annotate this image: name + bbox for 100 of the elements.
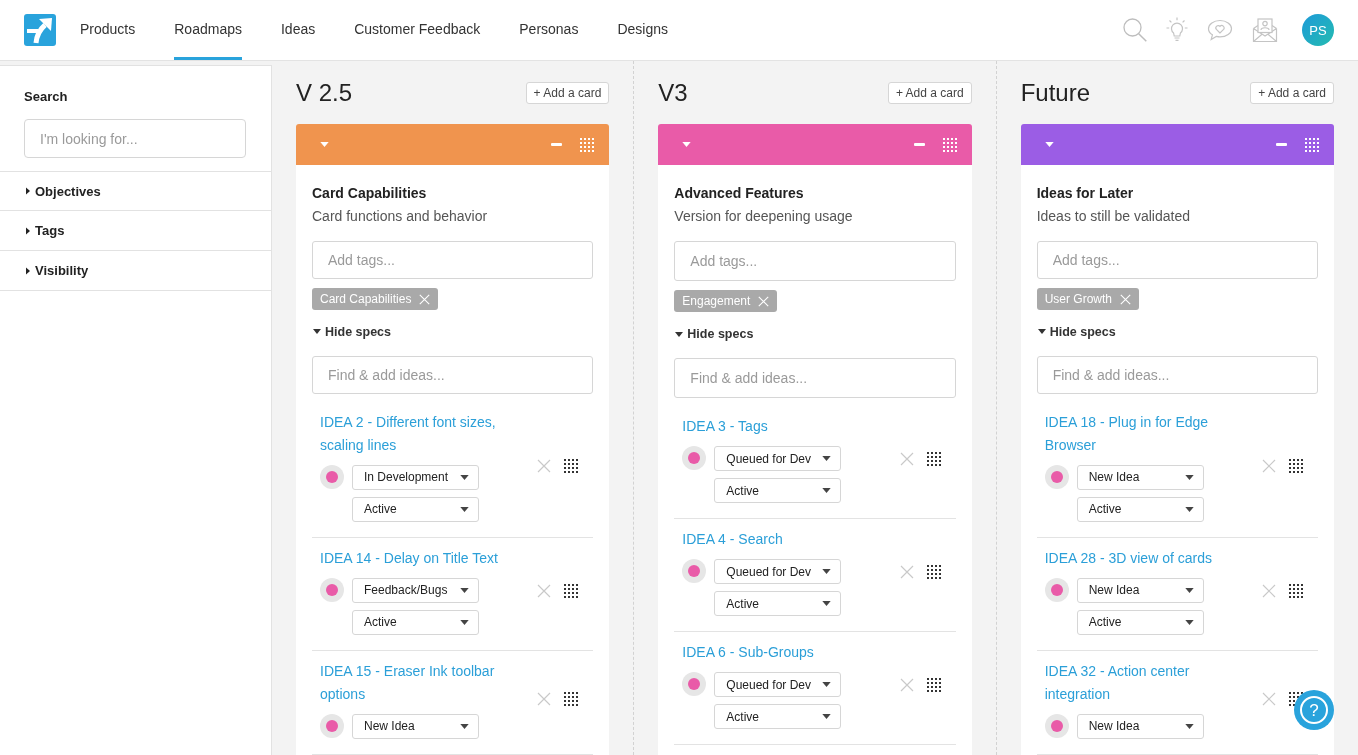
add-card-button[interactable]: + Add a card (887, 82, 972, 104)
tag-label: Engagement (682, 294, 751, 308)
grid-dots-icon[interactable] (564, 692, 579, 707)
close-icon[interactable] (899, 565, 914, 579)
stage-dropdown[interactable]: Feedback/Bugs (352, 578, 479, 603)
close-icon[interactable] (1262, 584, 1276, 598)
hide-specs-toggle[interactable]: Hide specs (674, 326, 754, 342)
nav-tab[interactable]: Products (80, 0, 136, 60)
search-field[interactable]: I'm looking for... (24, 119, 246, 158)
close-icon[interactable] (899, 678, 914, 692)
nav-tab[interactable]: Roadmaps (174, 0, 242, 60)
card-subtitle: Ideas to still be validated (1036, 207, 1190, 226)
status-dropdown[interactable]: Active (714, 591, 842, 616)
nav-tab[interactable]: Designs (617, 0, 668, 60)
search-label: Search (24, 89, 68, 105)
nav-tab[interactable]: Personas (519, 0, 579, 60)
card-title: Advanced Features (674, 184, 804, 203)
tag-label: Card Capabilities (320, 292, 412, 307)
grid-dots-icon[interactable] (926, 452, 941, 466)
idea-search-field[interactable]: Find & add ideas... (674, 358, 956, 398)
close-icon[interactable] (899, 452, 914, 466)
idea-search-field[interactable]: Find & add ideas... (1036, 355, 1318, 394)
status-dropdown[interactable]: Active (1076, 497, 1204, 522)
caret-icon (1037, 329, 1046, 335)
card-subtitle: Version for deepening usage (674, 207, 853, 226)
heart-chat-icon[interactable] (1207, 19, 1233, 41)
minus-icon[interactable] (1276, 143, 1287, 146)
hide-specs-toggle[interactable]: Hide specs (1036, 324, 1116, 340)
column-title: V3 (658, 78, 688, 108)
column-title: V 2.5 (296, 78, 353, 108)
status-dropdown[interactable]: Active (352, 497, 479, 522)
caret-icon[interactable] (320, 142, 329, 147)
caret-icon (1184, 507, 1194, 512)
status-dropdown[interactable]: Active (714, 478, 842, 503)
minus-icon[interactable] (913, 143, 925, 146)
caret-icon (1184, 588, 1194, 593)
card-title: Ideas for Later (1036, 184, 1134, 203)
caret-icon (822, 569, 832, 574)
close-icon[interactable] (1262, 692, 1276, 707)
caret-icon (1184, 620, 1194, 625)
caret-icon[interactable] (1044, 142, 1054, 147)
envelope-icon[interactable] (1252, 17, 1278, 43)
column-title: Future (1020, 78, 1091, 108)
card-title: Card Capabilities (312, 184, 427, 203)
grid-dots-icon[interactable] (564, 584, 579, 598)
caret-icon (822, 714, 832, 719)
tag-label: User Growth (1044, 292, 1112, 307)
grid-dots-icon[interactable] (1289, 459, 1303, 474)
search-icon[interactable] (1123, 18, 1147, 42)
card-subtitle: Card functions and behavior (312, 207, 488, 226)
caret-icon (460, 724, 469, 729)
caret-icon (822, 456, 832, 461)
grid-dots-icon[interactable] (1305, 137, 1319, 152)
caret-icon (460, 620, 469, 625)
caret-icon (675, 331, 684, 337)
close-icon[interactable] (537, 692, 552, 707)
hide-specs-toggle[interactable]: Hide specs (312, 324, 391, 340)
stage-dropdown[interactable]: In Development (352, 465, 479, 490)
add-card-button[interactable]: + Add a card (525, 82, 610, 104)
filter-toggle[interactable]: Visibility (26, 263, 89, 278)
lightbulb-icon[interactable] (1166, 17, 1188, 43)
filter-toggle[interactable]: Objectives (26, 183, 101, 199)
caret-icon (822, 488, 832, 493)
grid-dots-icon[interactable] (926, 678, 941, 692)
stage-dropdown[interactable]: Queued for Dev (714, 559, 842, 584)
caret-icon[interactable] (682, 142, 692, 147)
stage-dropdown[interactable]: New Idea (352, 714, 479, 739)
caret-icon (460, 588, 469, 593)
nav-tab[interactable]: Customer Feedback (354, 0, 481, 60)
stage-dropdown[interactable]: Queued for Dev (714, 446, 842, 471)
grid-dots-icon[interactable] (564, 459, 579, 474)
grid-dots-icon[interactable] (580, 137, 595, 152)
idea-search-field[interactable]: Find & add ideas... (312, 355, 594, 394)
status-dropdown[interactable]: Active (714, 704, 842, 729)
stage-dropdown[interactable]: New Idea (1076, 714, 1204, 739)
tag-input-field[interactable]: Add tags... (1036, 241, 1318, 280)
minus-icon[interactable] (551, 143, 563, 146)
tag-input-field[interactable]: Add tags... (674, 241, 956, 281)
grid-dots-icon[interactable] (1289, 584, 1303, 598)
add-card-button[interactable]: + Add a card (1250, 82, 1334, 104)
status-dropdown[interactable]: Active (352, 610, 479, 635)
filter-toggle[interactable]: Tags (26, 223, 65, 238)
caret-icon (822, 601, 832, 606)
stage-dropdown[interactable]: New Idea (1076, 578, 1204, 603)
stage-dropdown[interactable]: New Idea (1076, 465, 1204, 490)
grid-dots-icon[interactable] (926, 565, 941, 579)
close-icon[interactable] (537, 584, 552, 598)
caret-icon (822, 682, 832, 687)
close-icon[interactable] (537, 459, 552, 474)
tag-input-field[interactable]: Add tags... (312, 241, 594, 280)
status-dropdown[interactable]: Active (1076, 610, 1204, 635)
nav-tab[interactable]: Ideas (280, 0, 316, 60)
stage-dropdown[interactable]: Queued for Dev (714, 672, 842, 697)
caret-icon (460, 475, 469, 480)
caret-icon (1184, 724, 1194, 729)
caret-icon (1184, 475, 1194, 480)
logo-icon[interactable] (24, 14, 56, 46)
caret-icon (460, 507, 469, 512)
close-icon[interactable] (1262, 459, 1276, 474)
grid-dots-icon[interactable] (942, 137, 957, 152)
